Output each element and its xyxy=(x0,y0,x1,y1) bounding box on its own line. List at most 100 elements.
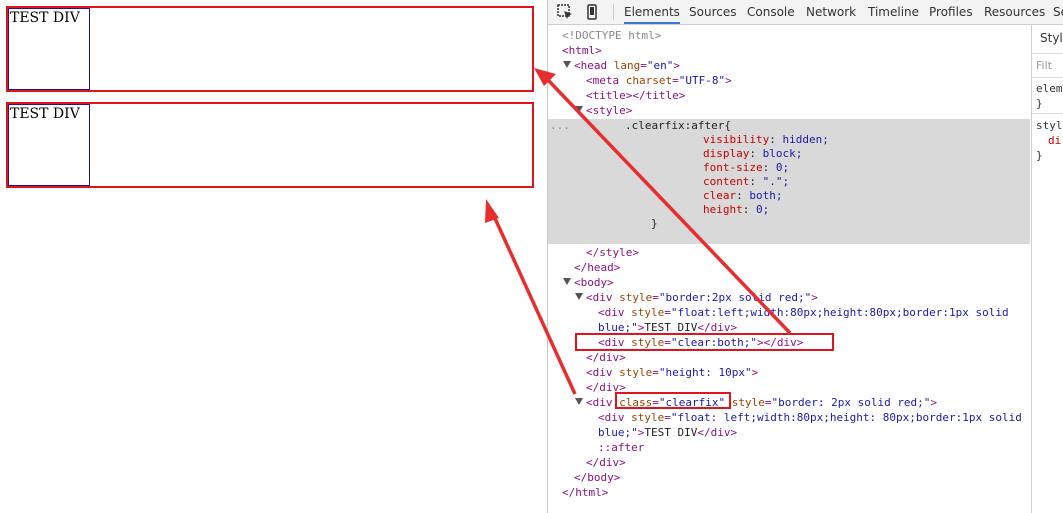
tab-profiles[interactable]: Profiles xyxy=(929,0,973,24)
annotation-box-clear-div xyxy=(575,333,834,351)
css-prop-name: display xyxy=(703,147,750,160)
expand-triangle-icon[interactable] xyxy=(563,278,571,285)
body-close-line[interactable]: </body> xyxy=(574,470,620,485)
style-attr: style xyxy=(619,366,653,379)
meta-charset-val: "UTF-8" xyxy=(678,74,726,87)
height-div-line[interactable]: <div style="height: 10px"> xyxy=(586,365,758,380)
div-tag: div xyxy=(592,396,613,409)
body-tag: body xyxy=(580,276,608,289)
inspect-icon[interactable] xyxy=(557,4,573,20)
style-close-line[interactable]: </style> xyxy=(586,245,639,260)
float-div1-line[interactable]: <div style="float:left;width:80px;height… xyxy=(598,305,1009,320)
div-close-tag: div xyxy=(599,456,620,469)
css-prop-name: font-size xyxy=(703,161,763,174)
div-tag: div xyxy=(592,291,613,304)
tab-sources[interactable]: Sources xyxy=(689,0,736,24)
css-prop-line: content: "."; xyxy=(703,175,790,188)
meta-tag: meta xyxy=(592,74,620,87)
style-open-line[interactable]: <style> xyxy=(586,103,632,118)
toolbar-separator xyxy=(613,4,614,20)
css-close-brace: } xyxy=(651,217,658,230)
div1-open-line[interactable]: <div style="border:2px solid red;"> xyxy=(586,290,818,305)
body-open-line[interactable]: <body> xyxy=(574,275,614,290)
float-div2-style-val-end: blue;" xyxy=(598,426,638,439)
body-close-tag: body xyxy=(587,471,614,484)
css-prop-value: "."; xyxy=(762,175,790,188)
device-mode-icon[interactable] xyxy=(584,4,600,20)
tab-elements[interactable]: Elements xyxy=(624,0,680,24)
tab-timeline[interactable]: Timeline xyxy=(868,0,919,24)
float-div2-line[interactable]: <div style="float: left;width:80px;heigh… xyxy=(598,410,1022,425)
css-prop-line: font-size: 0; xyxy=(703,161,790,174)
css-selector[interactable]: .clearfix:after{ xyxy=(625,118,731,133)
devtools-panel: Elements Sources Console Network Timelin… xyxy=(547,0,1063,513)
html-close-line[interactable]: </html> xyxy=(562,485,608,500)
tab-console[interactable]: Console xyxy=(747,0,795,24)
css-prop-value: 0; xyxy=(775,161,790,174)
expand-triangle-icon[interactable] xyxy=(563,61,571,68)
div-tag: div xyxy=(604,411,625,424)
css-prop-line: display: block; xyxy=(703,147,803,160)
style-tag: style xyxy=(592,104,626,117)
sidebar-divider xyxy=(1032,77,1063,78)
div1-close-line[interactable]: </div> xyxy=(586,350,626,365)
expand-triangle-icon[interactable] xyxy=(575,398,583,405)
css-prop-value: 0; xyxy=(756,203,770,216)
red-bordered-div-2-clearfix: TEST DIV xyxy=(6,102,534,188)
float-div2-line-cont[interactable]: blue;">TEST DIV</div> xyxy=(598,425,737,440)
div-close-tag: div xyxy=(710,426,731,439)
style-attr: style xyxy=(631,306,665,319)
devtools-toolbar: Elements Sources Console Network Timelin… xyxy=(548,0,1063,25)
div2-style-val: "border: 2px solid red;" xyxy=(771,396,931,409)
sidebar-line: } xyxy=(1036,149,1043,162)
css-prop-name: clear xyxy=(703,189,737,202)
title-tag: title xyxy=(592,89,626,102)
style-attr: style xyxy=(631,411,665,424)
sidebar-divider xyxy=(1032,113,1063,114)
meta-line[interactable]: <meta charset="UTF-8"> xyxy=(586,73,732,88)
styles-sidebar: Style Filt eleme } style di } xyxy=(1031,25,1063,513)
div-close-tag: div xyxy=(599,351,620,364)
html-open-line[interactable]: <html> xyxy=(562,43,602,58)
rendered-page: TEST DIV TEST DIV xyxy=(0,0,548,513)
tab-styles[interactable]: Style xyxy=(1040,31,1063,45)
sidebar-line: } xyxy=(1036,97,1043,110)
head-open-line[interactable]: <head lang="en"> xyxy=(574,58,680,73)
style-close-tag: style xyxy=(599,246,633,259)
float-div2-style-val: "float: left;width:80px;height: 80px;bor… xyxy=(670,411,1022,424)
div1-style-val: "border:2px solid red;" xyxy=(658,291,812,304)
sidebar-divider xyxy=(1032,53,1063,54)
height-div-style-val: "height: 10px" xyxy=(658,366,752,379)
styles-filter-input[interactable]: Filt xyxy=(1036,59,1052,72)
doctype-line[interactable]: <!DOCTYPE html> xyxy=(562,28,661,43)
float-div2-text: TEST DIV xyxy=(644,426,698,439)
meta-charset-attr: charset xyxy=(625,74,673,87)
annotation-box-clearfix-class xyxy=(615,392,731,409)
title-line[interactable]: <title></title> xyxy=(586,88,685,103)
tab-resources[interactable]: Resources xyxy=(984,0,1045,24)
css-prop-name: height xyxy=(703,203,743,216)
head-close-line[interactable]: </head> xyxy=(574,260,620,275)
css-prop-value: block; xyxy=(762,147,803,160)
head-lang-attr: lang xyxy=(613,59,641,72)
selected-dots: ... xyxy=(550,119,570,132)
dom-tree: <!DOCTYPE html> <html> <head lang="en"> … xyxy=(548,25,1030,513)
expand-triangle-icon[interactable] xyxy=(575,106,583,113)
div-tag: div xyxy=(604,306,625,319)
style-attr: style xyxy=(619,291,653,304)
css-prop-value: hidden; xyxy=(782,133,829,146)
head-close-tag: head xyxy=(587,261,614,274)
html-close-tag: html xyxy=(575,486,602,499)
css-prop-line: clear: both; xyxy=(703,189,783,202)
css-prop-line: height: 0; xyxy=(703,203,770,216)
tab-security[interactable]: Se xyxy=(1053,0,1063,24)
after-pseudo-element[interactable]: ::after xyxy=(598,440,644,455)
div2-close-line[interactable]: </div> xyxy=(586,455,626,470)
tab-network[interactable]: Network xyxy=(806,0,856,24)
head-lang-val: "en" xyxy=(646,59,674,72)
css-prop-line: visibility: hidden; xyxy=(703,133,829,146)
test-div-1: TEST DIV xyxy=(8,8,90,90)
sidebar-line: di xyxy=(1048,134,1062,147)
test-div-2: TEST DIV xyxy=(8,104,90,186)
expand-triangle-icon[interactable] xyxy=(575,293,583,300)
